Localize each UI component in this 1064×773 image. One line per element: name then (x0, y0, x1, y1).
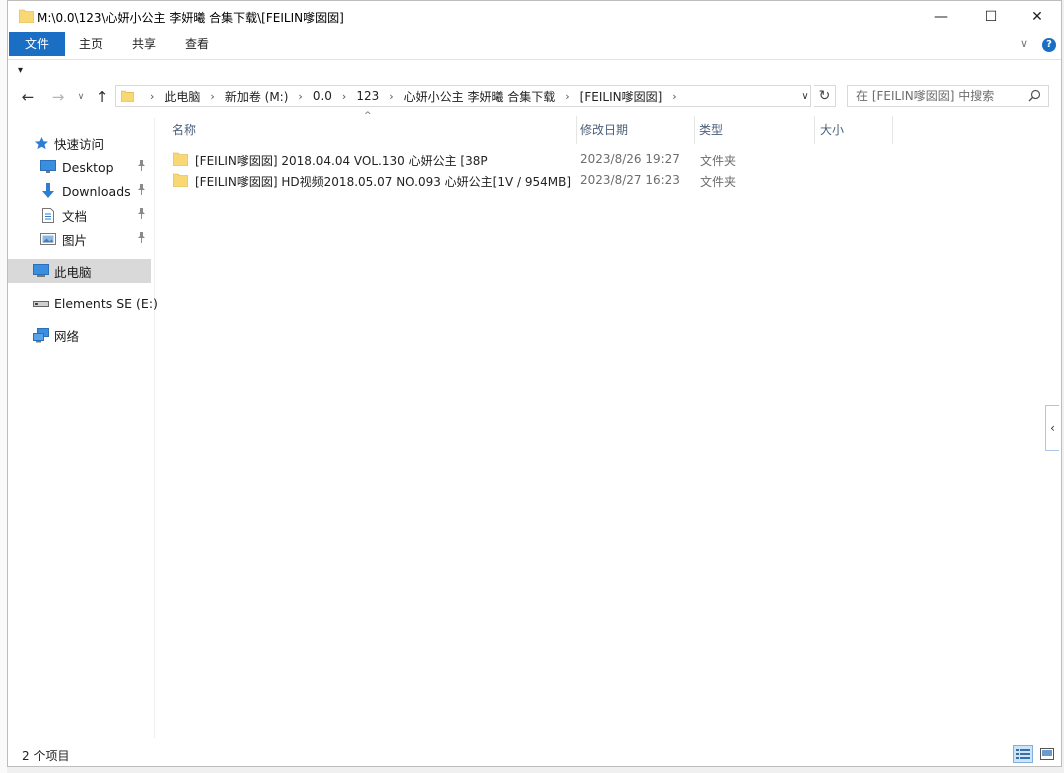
search-icon[interactable] (1028, 89, 1041, 102)
sidebar-item-this-pc[interactable]: 此电脑 (8, 259, 151, 283)
column-header-name[interactable]: 名称 (156, 116, 577, 144)
explorer-window: M:\0.0\123\心妍小公主 李妍曦 合集下载\[FEILIN嗲囡囡] — … (7, 0, 1062, 767)
tab-home[interactable]: 主页 (69, 32, 113, 56)
tab-share[interactable]: 共享 (122, 32, 166, 56)
breadcrumb-separator-icon[interactable]: › (565, 90, 569, 103)
sidebar-item-label: Desktop (62, 159, 114, 175)
pin-icon[interactable] (137, 184, 146, 198)
large-icons-view-button[interactable] (1038, 745, 1056, 763)
breadcrumb-separator-icon[interactable]: › (342, 90, 346, 103)
file-row[interactable]: [FEILIN嗲囡囡] HD视频2018.05.07 NO.093 心妍公主[1… (173, 170, 893, 190)
sidebar-item-label: Downloads (62, 183, 131, 199)
details-view-button[interactable] (1013, 745, 1033, 763)
tab-file[interactable]: 文件 (9, 32, 65, 56)
sidebar-item-label: 此电脑 (54, 264, 92, 280)
window-title: M:\0.0\123\心妍小公主 李妍曦 合集下载\[FEILIN嗲囡囡] (37, 11, 344, 25)
column-header-date-modified[interactable]: 修改日期 (577, 116, 695, 144)
sidebar-item-documents[interactable]: 文档 (8, 203, 151, 227)
up-button[interactable]: ↑ (92, 86, 112, 108)
network-icon (33, 327, 49, 343)
refresh-button[interactable]: ↻ (814, 85, 836, 107)
folder-icon (173, 152, 188, 166)
sidebar-item-network[interactable]: 网络 (8, 323, 151, 347)
navigation-bar: ← → ∨ ↑ › 此电脑 › 新加卷 (M:) › 0.0 › 123 › 心… (8, 84, 1061, 110)
address-dropdown-icon[interactable]: ∨ (797, 85, 813, 107)
breadcrumb-folder-current[interactable]: [FEILIN嗲囡囡] (580, 88, 663, 105)
address-bar[interactable]: › 此电脑 › 新加卷 (M:) › 0.0 › 123 › 心妍小公主 李妍曦… (115, 85, 811, 107)
details-view-icon (1016, 749, 1030, 759)
sidebar-item-label: 网络 (54, 328, 80, 344)
file-date-modified: 2023/8/26 19:27 (580, 152, 680, 166)
breadcrumb-this-pc[interactable]: 此电脑 (164, 88, 200, 105)
help-icon[interactable]: ? (1042, 38, 1056, 52)
maximize-button[interactable]: ☐ (968, 1, 1014, 32)
item-count: 2 个项目 (22, 749, 70, 763)
picture-icon (40, 231, 56, 247)
recent-locations-button[interactable]: ∨ (71, 86, 91, 108)
close-button[interactable]: ✕ (1014, 1, 1060, 32)
breadcrumb-folder-123[interactable]: 123 (356, 89, 379, 103)
file-type: 文件夹 (700, 154, 737, 168)
ribbon-expand-icon[interactable]: ∨ (1020, 37, 1028, 50)
breadcrumb-separator-icon[interactable]: › (672, 90, 676, 103)
sidebar-item-label: 快速访问 (54, 136, 105, 152)
sidebar-item-desktop[interactable]: Desktop (8, 155, 151, 179)
back-button[interactable]: ← (18, 86, 38, 108)
pin-icon[interactable] (137, 160, 146, 174)
breadcrumb-separator-icon[interactable]: › (389, 90, 393, 103)
search-box (847, 85, 1049, 107)
search-input[interactable] (848, 86, 1028, 106)
star-icon (33, 135, 49, 151)
desktop-icon (40, 159, 56, 175)
quick-access-toolbar-dropdown[interactable]: ▾ (18, 65, 23, 76)
navigation-pane: 快速访问 Desktop Downloads 文档 图片 此电脑 Element… (8, 118, 158, 738)
file-name: [FEILIN嗲囡囡] HD视频2018.05.07 NO.093 心妍公主[1… (195, 175, 572, 189)
minimize-button[interactable]: — (918, 1, 964, 32)
breadcrumb-separator-icon: › (150, 89, 155, 103)
breadcrumb-folder-0.0[interactable]: 0.0 (313, 89, 332, 103)
breadcrumb-separator-icon[interactable]: › (210, 90, 214, 103)
pin-icon[interactable] (137, 232, 146, 246)
folder-icon (173, 173, 188, 187)
file-date-modified: 2023/8/27 16:23 (580, 173, 680, 187)
pin-icon[interactable] (137, 208, 146, 222)
column-header-type[interactable]: 类型 (695, 116, 815, 144)
desktop-background (0, 0, 7, 773)
sidebar-item-quick-access[interactable]: 快速访问 (8, 131, 151, 155)
file-type: 文件夹 (700, 175, 737, 189)
status-bar: 2 个项目 (8, 741, 1061, 766)
column-header-size[interactable]: 大小 (815, 116, 893, 144)
file-list: ^ 名称 修改日期 类型 大小 [FEILIN嗲囡囡] 2018.04.04 V… (156, 111, 1036, 736)
forward-button[interactable]: → (48, 86, 68, 108)
sidebar-item-elements-se-drive[interactable]: Elements SE (E:) (8, 291, 158, 315)
breadcrumb-drive[interactable]: 新加卷 (M:) (225, 88, 289, 105)
breadcrumb-folder-collection[interactable]: 心妍小公主 李妍曦 合集下载 (404, 88, 556, 105)
title-bar[interactable]: M:\0.0\123\心妍小公主 李妍曦 合集下载\[FEILIN嗲囡囡] — … (8, 1, 1061, 32)
tab-view[interactable]: 查看 (175, 32, 219, 56)
folder-icon (121, 90, 134, 102)
computer-icon (33, 263, 49, 279)
sidebar-item-downloads[interactable]: Downloads (8, 179, 151, 203)
folder-icon (19, 9, 34, 23)
details-pane-toggle-button[interactable]: ‹ (1045, 405, 1059, 451)
file-name: [FEILIN嗲囡囡] 2018.04.04 VOL.130 心妍公主 [38P (195, 154, 488, 168)
sidebar-item-label: 图片 (62, 232, 88, 248)
download-icon (40, 183, 56, 199)
sidebar-item-label: 文档 (62, 208, 88, 224)
breadcrumb-separator-icon[interactable]: › (298, 90, 302, 103)
file-row[interactable]: [FEILIN嗲囡囡] 2018.04.04 VOL.130 心妍公主 [38P… (173, 149, 893, 169)
large-icons-view-icon (1040, 748, 1054, 760)
drive-icon (33, 295, 49, 311)
sidebar-item-label: Elements SE (E:) (54, 295, 158, 311)
ribbon-tabs: 文件 主页 共享 查看 ∨ ? (8, 32, 1061, 60)
sidebar-item-pictures[interactable]: 图片 (8, 227, 151, 251)
document-icon (40, 207, 56, 223)
